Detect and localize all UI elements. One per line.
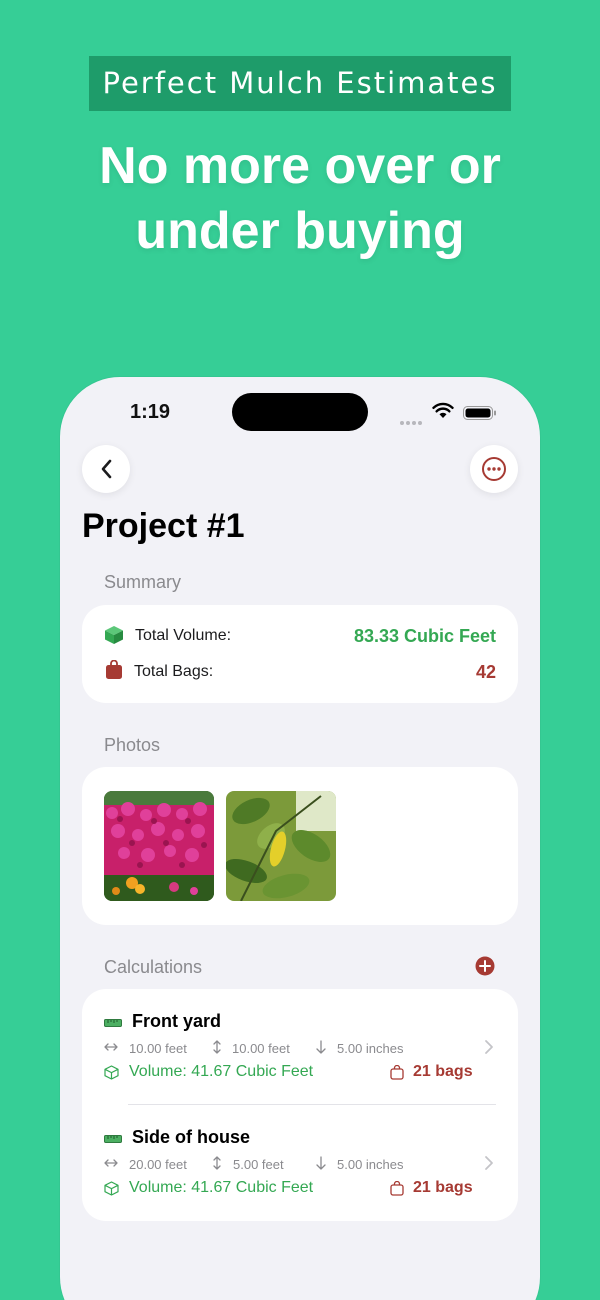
arrow-up-down-icon <box>213 1156 221 1170</box>
more-options-button[interactable] <box>470 445 518 493</box>
headline: No more over or under buying <box>0 134 600 264</box>
total-volume-label: Total Volume: <box>135 627 232 644</box>
bags-value: 21 bags <box>413 1063 473 1080</box>
headline-line-2: under buying <box>135 202 465 260</box>
volume-value: Volume: 41.67 Cubic Feet <box>129 1063 314 1080</box>
flower-bed-photo <box>104 791 214 901</box>
length-value: 10.00 feet <box>129 1041 187 1056</box>
arrow-down-icon <box>316 1156 326 1170</box>
arrow-left-right-icon <box>104 1159 118 1167</box>
bags-value: 21 bags <box>413 1179 473 1196</box>
total-bags-value: 42 <box>475 662 496 682</box>
calculation-name: Front yard <box>132 1011 222 1031</box>
photos-section-label: Photos <box>104 735 161 755</box>
dynamic-island <box>232 393 368 431</box>
photos-card <box>82 767 518 925</box>
length-value: 20.00 feet <box>129 1157 187 1172</box>
bag-icon <box>106 660 122 679</box>
arrow-left-right-icon <box>104 1043 118 1051</box>
summary-section-label: Summary <box>104 572 182 592</box>
tagline-container: Perfect Mulch Estimates <box>0 56 600 111</box>
chevron-left-icon <box>101 459 112 479</box>
back-button[interactable] <box>82 445 130 493</box>
ellipsis-circle-icon <box>482 457 506 481</box>
wifi-icon <box>432 402 454 418</box>
ruler-icon <box>104 1019 122 1027</box>
phone-screen: 1:19 Project #1 Summary Total Volume: 83… <box>60 377 540 1300</box>
arrow-up-down-icon <box>213 1040 221 1054</box>
photo-thumbnail[interactable] <box>104 791 214 901</box>
calculation-name: Side of house <box>132 1127 251 1147</box>
depth-value: 5.00 inches <box>337 1041 404 1056</box>
battery-icon <box>463 406 496 420</box>
total-volume-value: 83.33 Cubic Feet <box>353 626 496 646</box>
cube-outline-icon <box>104 1065 119 1080</box>
calculations-section-label: Calculations <box>104 957 203 977</box>
cube-icon <box>105 626 123 644</box>
volume-value: Volume: 41.67 Cubic Feet <box>129 1179 314 1196</box>
cube-outline-icon <box>104 1181 119 1196</box>
tagline: Perfect Mulch Estimates <box>89 56 511 111</box>
calculation-row-side-of-house[interactable]: Side of house 20.00 feet 5.00 feet 5.00 … <box>82 1105 518 1205</box>
status-time: 1:19 <box>130 401 171 423</box>
page-title: Project #1 <box>82 507 245 545</box>
chevron-right-icon <box>485 1156 493 1170</box>
chevron-right-icon <box>485 1040 493 1054</box>
bag-outline-icon <box>390 1181 404 1196</box>
bag-outline-icon <box>390 1065 404 1080</box>
total-bags-label: Total Bags: <box>134 663 214 680</box>
width-value: 10.00 feet <box>232 1041 290 1056</box>
add-calculation-button[interactable] <box>475 956 495 976</box>
calculations-card: Front yard 10.00 feet 10.00 feet 5.00 in… <box>82 989 518 1221</box>
leaves-photo <box>226 791 336 901</box>
depth-value: 5.00 inches <box>337 1157 404 1172</box>
width-value: 5.00 feet <box>233 1157 284 1172</box>
summary-card: Total Volume: 83.33 Cubic Feet Total Bag… <box>82 605 518 703</box>
signal-icon <box>400 412 424 425</box>
calculation-row-front-yard[interactable]: Front yard 10.00 feet 10.00 feet 5.00 in… <box>82 989 518 1089</box>
arrow-down-icon <box>316 1040 326 1054</box>
headline-line-1: No more over or <box>99 137 501 195</box>
photo-thumbnail[interactable] <box>226 791 336 901</box>
ruler-icon <box>104 1135 122 1143</box>
